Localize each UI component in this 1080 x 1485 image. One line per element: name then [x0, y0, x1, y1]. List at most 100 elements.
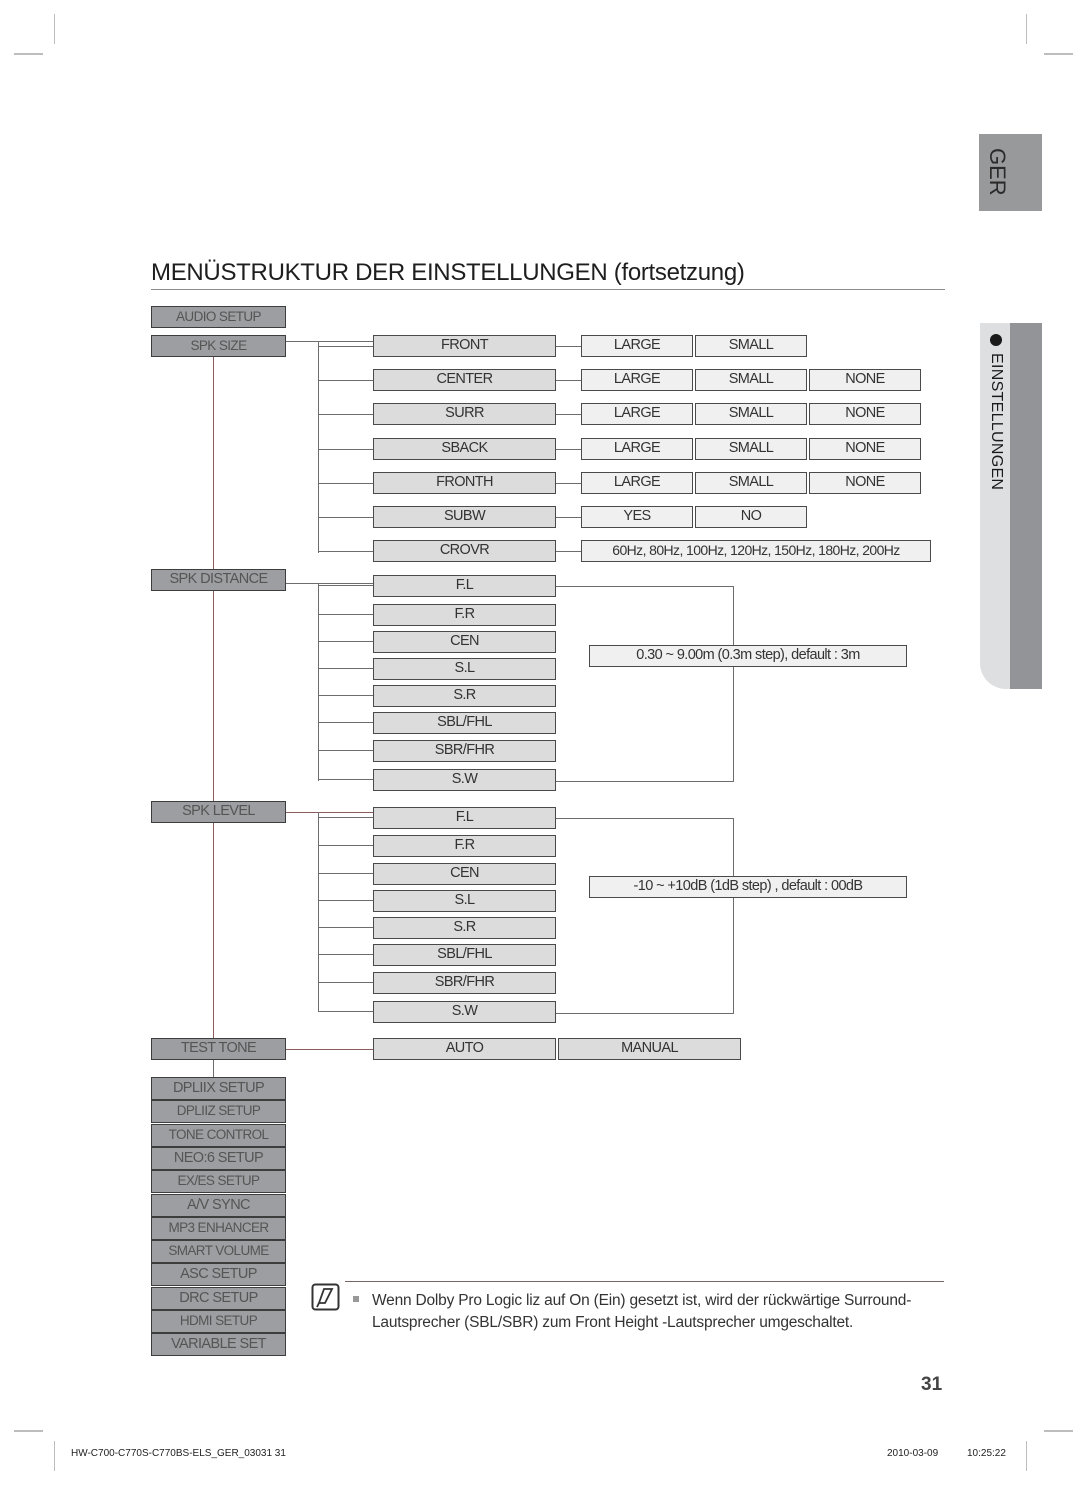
- menu-spk-distance[interactable]: SPK DISTANCE: [151, 569, 286, 591]
- crop-mark: [1026, 1441, 1027, 1471]
- connector: [318, 873, 373, 874]
- connector: [733, 586, 734, 782]
- connector: [556, 414, 581, 415]
- speaker-item[interactable]: S.R: [373, 917, 556, 939]
- connector: [556, 483, 581, 484]
- connector: [318, 414, 373, 415]
- connector: [318, 517, 373, 518]
- spk-size-item[interactable]: FRONT: [373, 335, 556, 357]
- spk-size-option[interactable]: LARGE: [581, 403, 693, 425]
- connector: [318, 551, 373, 552]
- test-tone-option-manual[interactable]: MANUAL: [558, 1038, 741, 1060]
- spk-size-option[interactable]: NONE: [809, 438, 921, 460]
- spk-size-option[interactable]: SMALL: [695, 403, 807, 425]
- menu-item[interactable]: TONE CONTROL: [151, 1123, 286, 1147]
- speaker-item[interactable]: CEN: [373, 863, 556, 885]
- speaker-item[interactable]: CEN: [373, 631, 556, 653]
- menu-item[interactable]: DRC SETUP: [151, 1286, 286, 1310]
- spk-size-option[interactable]: SMALL: [695, 438, 807, 460]
- menu-item[interactable]: A/V SYNC: [151, 1193, 286, 1217]
- speaker-item[interactable]: F.L: [373, 575, 556, 597]
- spk-size-option[interactable]: LARGE: [581, 335, 693, 357]
- speaker-item[interactable]: S.R: [373, 685, 556, 707]
- menu-item[interactable]: EX/ES SETUP: [151, 1170, 286, 1194]
- speaker-item[interactable]: S.L: [373, 658, 556, 680]
- spk-size-option[interactable]: NONE: [809, 369, 921, 391]
- title-divider: [151, 289, 945, 290]
- page-number: 31: [921, 1374, 943, 1395]
- menu-audio-setup[interactable]: AUDIO SETUP: [151, 306, 286, 328]
- connector: [556, 551, 581, 552]
- spk-size-option[interactable]: SMALL: [695, 335, 807, 357]
- spk-size-item[interactable]: CROVR: [373, 540, 556, 562]
- crop-mark: [1044, 1430, 1073, 1432]
- connector: [318, 585, 373, 586]
- spk-size-item[interactable]: FRONTH: [373, 472, 556, 494]
- speaker-item[interactable]: S.W: [373, 1001, 556, 1023]
- connector: [556, 818, 733, 819]
- menu-item[interactable]: DPLIIZ SETUP: [151, 1100, 286, 1124]
- menu-item[interactable]: VARIABLE SET: [151, 1333, 286, 1357]
- test-tone-option-auto[interactable]: AUTO: [373, 1038, 556, 1060]
- spk-distance-range: 0.30 ~ 9.00m (0.3m step), default : 3m: [589, 645, 907, 667]
- connector: [318, 845, 373, 846]
- spk-size-option[interactable]: LARGE: [581, 438, 693, 460]
- menu-item[interactable]: DPLIIX SETUP: [151, 1077, 286, 1100]
- menu-spk-size[interactable]: SPK SIZE: [151, 335, 286, 357]
- spk-size-option[interactable]: LARGE: [581, 472, 693, 494]
- menu-item[interactable]: SMART VOLUME: [151, 1240, 286, 1264]
- spk-size-option[interactable]: NO: [695, 506, 807, 528]
- spk-size-option[interactable]: NONE: [809, 472, 921, 494]
- spk-size-option[interactable]: LARGE: [581, 369, 693, 391]
- connector: [318, 900, 373, 901]
- menu-item[interactable]: ASC SETUP: [151, 1263, 286, 1287]
- crossover-options[interactable]: 60Hz, 80Hz, 100Hz, 120Hz, 150Hz, 180Hz, …: [581, 540, 931, 562]
- speaker-item[interactable]: SBR/FHR: [373, 740, 556, 762]
- spk-size-option[interactable]: SMALL: [695, 472, 807, 494]
- speaker-item[interactable]: S.W: [373, 769, 556, 791]
- crop-mark: [14, 53, 43, 55]
- speaker-item[interactable]: SBL/FHL: [373, 944, 556, 966]
- menu-spk-level[interactable]: SPK LEVEL: [151, 801, 286, 823]
- spk-size-option[interactable]: YES: [581, 506, 693, 528]
- note-bullet-icon: [353, 1296, 359, 1302]
- spk-size-item[interactable]: SURR: [373, 403, 556, 425]
- connector: [318, 695, 373, 696]
- connector: [318, 722, 373, 723]
- menu-item[interactable]: MP3 ENHANCER: [151, 1216, 286, 1240]
- connector: [286, 1049, 373, 1050]
- speaker-item[interactable]: SBL/FHL: [373, 712, 556, 734]
- speaker-item[interactable]: F.R: [373, 604, 556, 626]
- connector: [318, 449, 373, 450]
- spk-size-item[interactable]: SBACK: [373, 438, 556, 460]
- connector: [286, 583, 373, 584]
- footer-time: 10:25:22: [967, 1448, 1006, 1459]
- menu-test-tone[interactable]: TEST TONE: [151, 1038, 286, 1060]
- connector: [213, 357, 214, 1077]
- spk-size-option[interactable]: NONE: [809, 403, 921, 425]
- spk-size-option[interactable]: SMALL: [695, 369, 807, 391]
- section-tab-label: EINSTELLUNGEN: [988, 353, 1005, 491]
- connector: [556, 781, 733, 782]
- crop-mark: [1044, 53, 1073, 55]
- connector: [318, 982, 373, 983]
- connector: [556, 586, 733, 587]
- spk-size-item[interactable]: SUBW: [373, 506, 556, 528]
- speaker-item[interactable]: F.R: [373, 835, 556, 857]
- speaker-item[interactable]: F.L: [373, 807, 556, 829]
- menu-item[interactable]: NEO:6 SETUP: [151, 1146, 286, 1170]
- connector: [556, 380, 581, 381]
- note-pencil-icon: [311, 1283, 340, 1311]
- footer-date: 2010-03-09: [887, 1448, 939, 1459]
- speaker-item[interactable]: S.L: [373, 890, 556, 912]
- page-title: MENÜSTRUKTUR DER EINSTELLUNGEN (fortsetz…: [151, 259, 745, 286]
- spk-size-item[interactable]: CENTER: [373, 369, 556, 391]
- note-line-1: Wenn Dolby Pro Logic liz auf On (Ein) ge…: [372, 1292, 912, 1309]
- menu-item[interactable]: HDMI SETUP: [151, 1310, 286, 1333]
- note-text: Wenn Dolby Pro Logic liz auf On (Ein) ge…: [372, 1290, 911, 1334]
- note-divider: [345, 1281, 944, 1282]
- bullet-dot-icon: [990, 334, 1002, 346]
- speaker-item[interactable]: SBR/FHR: [373, 972, 556, 994]
- connector: [556, 1013, 733, 1014]
- footer-document-id: HW-C700-C770S-C770BS-ELS_GER_03031 31: [71, 1448, 286, 1459]
